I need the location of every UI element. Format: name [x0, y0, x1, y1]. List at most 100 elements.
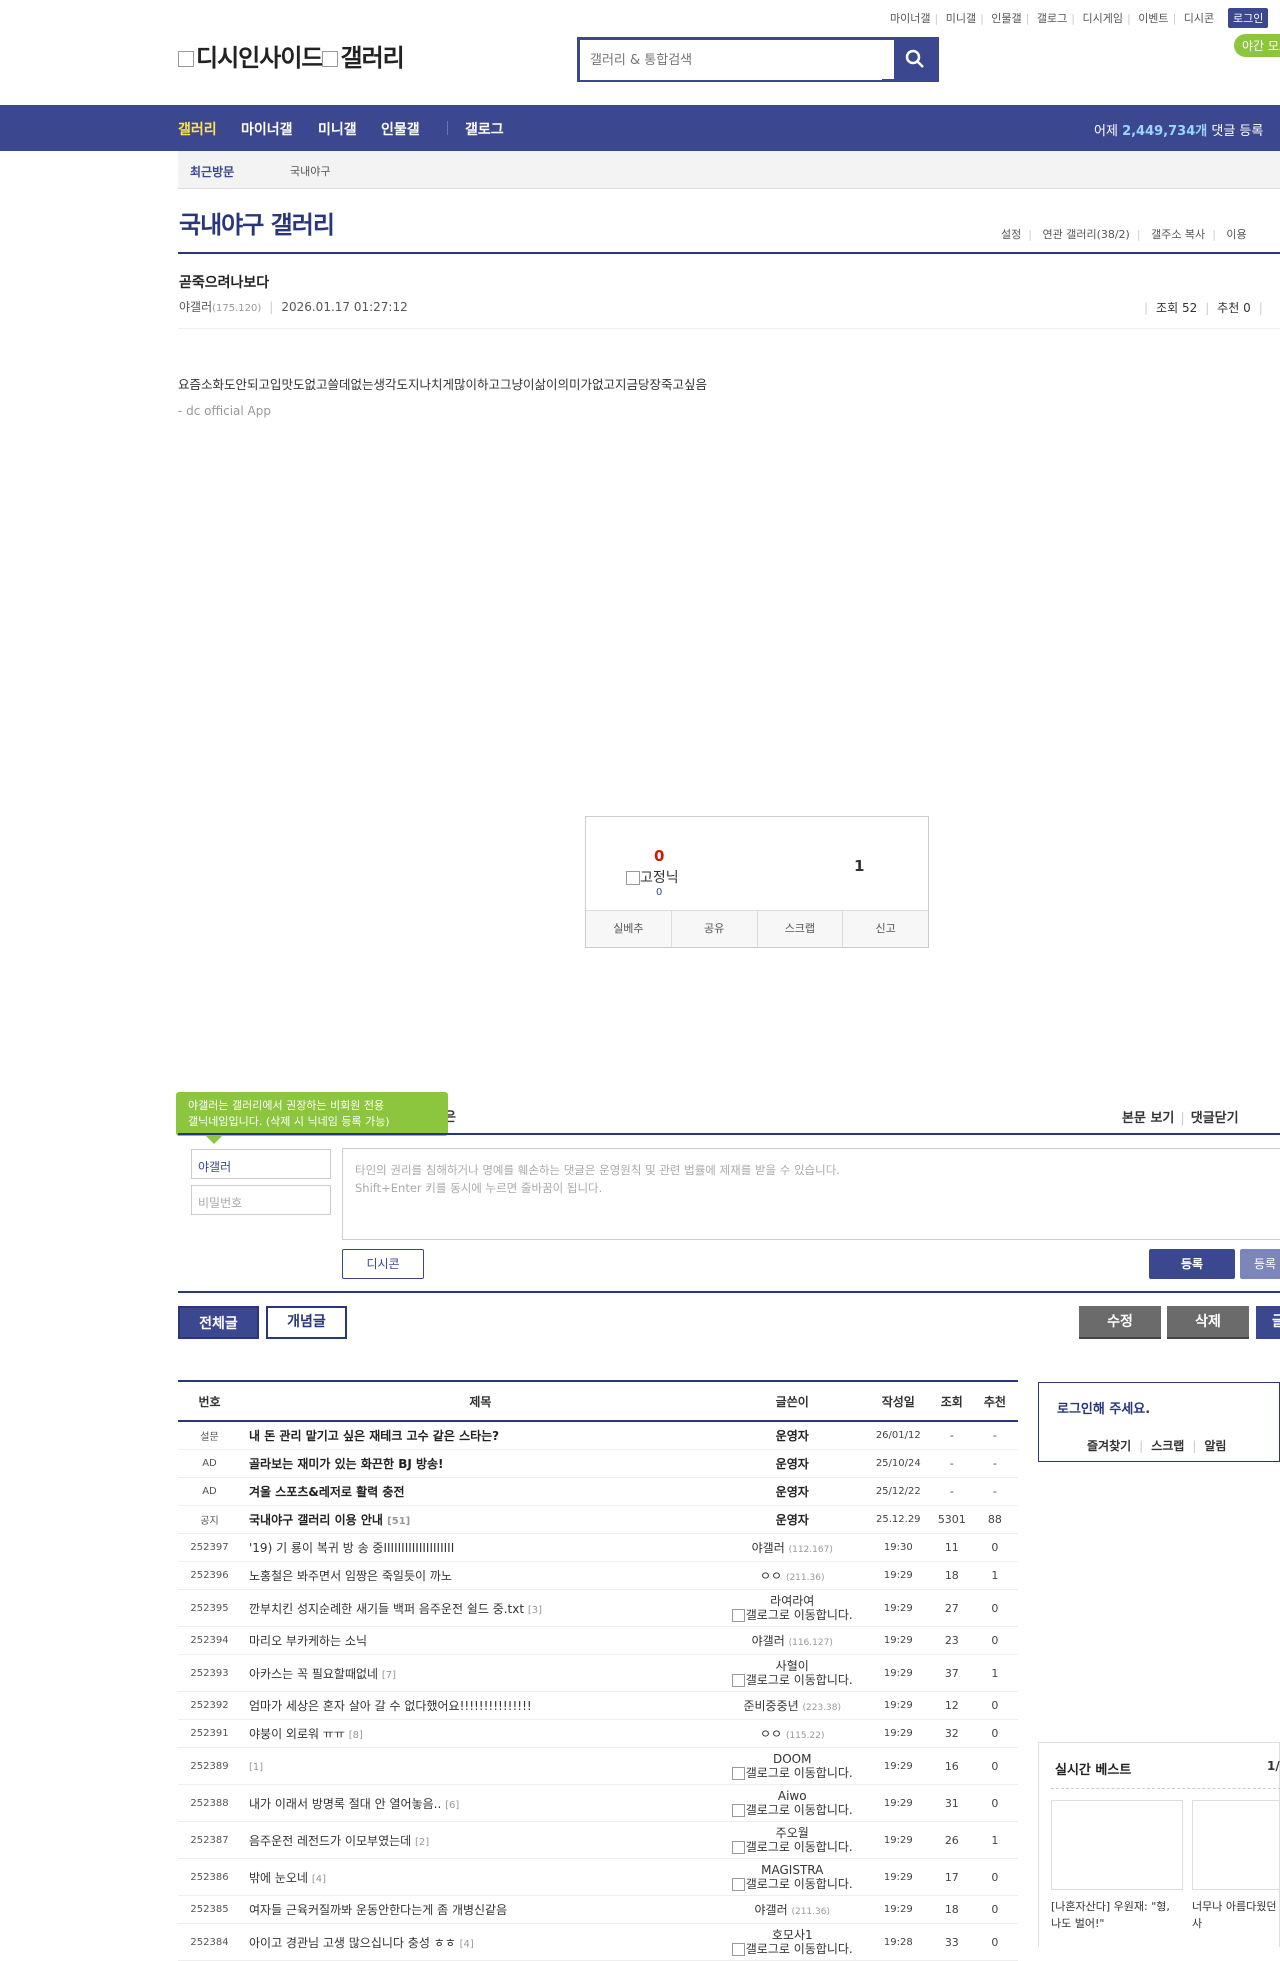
nav-gallery[interactable]: 갤러리: [178, 119, 217, 139]
post-author[interactable]: 야갤러: [179, 300, 212, 314]
gallog-link[interactable]: 갤로그로 이동합니다.: [720, 1877, 865, 1891]
table-row[interactable]: 252389 [1] DOOM 갤로그로 이동합니다. 19:29 16 0: [178, 1747, 1018, 1785]
recent-item[interactable]: 국내야구: [290, 163, 330, 179]
table-row[interactable]: 252387 음주운전 레전드가 이모부였는데 [2] 주오월 갤로그로 이동합니다.…: [178, 1821, 1018, 1859]
close-comments-link[interactable]: 댓글닫기: [1191, 1111, 1239, 1126]
top-link-event[interactable]: 이벤트: [1138, 12, 1168, 25]
post-subject-text[interactable]: 음주운전 레전드가 이모부였는데: [249, 1834, 411, 1848]
password-field[interactable]: 비밀번호: [191, 1185, 331, 1215]
nickname-field[interactable]: 야갤러: [191, 1149, 331, 1179]
writer-name[interactable]: 라여라여: [720, 1594, 865, 1608]
table-row[interactable]: 252385 여자들 근육커질까봐 운동안한다는게 좀 개병신같음 야갤러 (211…: [178, 1895, 1018, 1924]
top-link-dccon[interactable]: 디시콘: [1184, 12, 1214, 25]
post-subject[interactable]: 내 돈 관리 맡기고 싶은 재테크 고수 같은 스타는?: [241, 1421, 720, 1450]
reply-count[interactable]: [4]: [460, 1939, 474, 1950]
best-thumbnail[interactable]: [1051, 1800, 1183, 1890]
notification-link[interactable]: 알림: [1204, 1439, 1226, 1453]
writer-name[interactable]: Aiwo: [720, 1789, 865, 1803]
dccon-button[interactable]: 디시콘: [342, 1249, 424, 1279]
usage-link[interactable]: 이용: [1226, 228, 1246, 241]
writer-name[interactable]: 야갤러: [752, 1634, 785, 1648]
writer-name[interactable]: 사혈이: [720, 1659, 865, 1673]
nav-minor[interactable]: 마이너갤: [241, 119, 293, 139]
comment-submit-alt-button[interactable]: 등록: [1240, 1249, 1280, 1279]
site-logo[interactable]: 디시인사이드 갤러리: [178, 38, 405, 73]
table-row[interactable]: 252391 야붕이 외로워 ㅠㅠ [8] ㅇㅇ (115.22) 19:29 32 0: [178, 1719, 1018, 1748]
post-subject[interactable]: [1]: [241, 1747, 720, 1785]
scrap-button[interactable]: 스크랩: [758, 911, 844, 947]
concept-posts-tab[interactable]: 개념글: [266, 1306, 347, 1339]
nav-gallog[interactable]: 갤로그: [465, 119, 504, 139]
writer-name[interactable]: ㅇㅇ: [760, 1569, 782, 1583]
post-subject[interactable]: 깐부치킨 성지순례한 새기들 백퍼 음주운전 쉴드 중.txt [3]: [241, 1589, 720, 1627]
writer-name[interactable]: 호모사1: [720, 1928, 865, 1942]
reply-count[interactable]: [1]: [249, 1762, 263, 1773]
post-subject[interactable]: 국내야구 갤러리 이용 안내 [51]: [241, 1505, 720, 1534]
table-row[interactable]: 252395 깐부치킨 성지순례한 새기들 백퍼 음주운전 쉴드 중.txt [3…: [178, 1589, 1018, 1627]
login-button[interactable]: 로그인: [1228, 8, 1269, 28]
post-subject-text[interactable]: 마리오 부카케하는 소닉: [249, 1634, 367, 1648]
copy-address-link[interactable]: 갤주소 복사: [1151, 228, 1205, 241]
writer-name[interactable]: 주오월: [720, 1826, 865, 1840]
writer-name[interactable]: MAGISTRA: [720, 1863, 865, 1877]
comment-textarea[interactable]: 타인의 권리를 침해하거나 명예를 훼손하는 댓글은 운영원칙 및 관련 법률에…: [342, 1148, 1280, 1240]
table-row[interactable]: 252392 엄마가 세상은 혼자 살아 갈 수 없다했어요!!!!!!!!!!!…: [178, 1691, 1018, 1720]
search-input[interactable]: [580, 40, 882, 80]
gallog-link[interactable]: 갤로그로 이동합니다.: [720, 1803, 865, 1817]
post-subject[interactable]: 아카스는 꼭 필요할때없네 [7]: [241, 1654, 720, 1692]
table-row[interactable]: 252394 마리오 부카케하는 소닉 야갤러 (116.127) 19:29 23 0: [178, 1626, 1018, 1655]
gallery-title[interactable]: 국내야구 갤러리: [179, 205, 335, 240]
night-mode-button[interactable]: 야간 모드: [1234, 34, 1280, 57]
table-row[interactable]: AD 겨울 스포츠&레저로 활력 충전 운영자 25/12/22- -: [178, 1477, 1018, 1506]
settings-link[interactable]: 설정: [1001, 228, 1021, 241]
reply-count[interactable]: [8]: [349, 1730, 363, 1741]
table-row[interactable]: 252384 아이고 경관님 고생 많으십니다 충성 ㅎㅎ [4] 호모사1 갤로그로…: [178, 1923, 1018, 1961]
table-row[interactable]: 252396 노홍철은 봐주면서 임짱은 죽일듯이 까노 ㅇㅇ (211.36) 19…: [178, 1561, 1018, 1590]
post-subject[interactable]: 엄마가 세상은 혼자 살아 갈 수 없다했어요!!!!!!!!!!!!!!!: [241, 1691, 720, 1720]
best-caption[interactable]: [나혼자산다] 우원재: "형, 나도 벌어!": [1051, 1898, 1179, 1932]
report-button[interactable]: 신고: [843, 911, 928, 947]
post-subject-text[interactable]: 밖에 눈오네: [249, 1871, 308, 1885]
related-gallery-link[interactable]: 연관 갤러리(38/2): [1042, 228, 1129, 241]
writer-name[interactable]: DOOM: [720, 1752, 865, 1766]
nav-mini[interactable]: 미니갤: [318, 119, 357, 139]
post-subject-text[interactable]: 국내야구 갤러리 이용 안내: [249, 1513, 383, 1527]
table-row[interactable]: 252386 밖에 눈오네 [4] MAGISTRA 갤로그로 이동합니다. 19:29…: [178, 1858, 1018, 1896]
post-subject[interactable]: 골라보는 재미가 있는 화끈한 BJ 방송!: [241, 1449, 720, 1478]
post-subject-text[interactable]: 깐부치킨 성지순례한 새기들 백퍼 음주운전 쉴드 중.txt: [249, 1602, 524, 1616]
top-link-minor[interactable]: 마이너갤: [890, 12, 930, 25]
reply-count[interactable]: [3]: [528, 1605, 542, 1616]
writer-name[interactable]: 야갤러: [755, 1903, 788, 1917]
write-button[interactable]: 글: [1256, 1306, 1280, 1339]
reply-count[interactable]: [7]: [382, 1670, 396, 1681]
reply-count[interactable]: [4]: [312, 1874, 326, 1885]
reply-count[interactable]: [51]: [387, 1516, 410, 1527]
delete-button[interactable]: 삭제: [1167, 1306, 1249, 1339]
table-row[interactable]: 설문 내 돈 관리 맡기고 싶은 재테크 고수 같은 스타는? 운영자 26/01/1…: [178, 1421, 1018, 1450]
favorites-link[interactable]: 즐겨찾기: [1087, 1439, 1131, 1453]
view-body-link[interactable]: 본문 보기: [1122, 1111, 1174, 1126]
writer-name[interactable]: 운영자: [776, 1485, 809, 1499]
reply-count[interactable]: [2]: [415, 1837, 429, 1848]
gallog-link[interactable]: 갤로그로 이동합니다.: [720, 1942, 865, 1956]
top-link-mini[interactable]: 미니갤: [946, 12, 976, 25]
table-row[interactable]: 252393 아카스는 꼭 필요할때없네 [7] 사혈이 갤로그로 이동합니다. 19:…: [178, 1654, 1018, 1692]
post-subject-text[interactable]: 아카스는 꼭 필요할때없네: [249, 1667, 378, 1681]
all-posts-tab[interactable]: 전체글: [178, 1306, 259, 1339]
writer-name[interactable]: 운영자: [776, 1429, 809, 1443]
gallog-link[interactable]: 갤로그로 이동합니다.: [720, 1766, 865, 1780]
reply-count[interactable]: [6]: [445, 1800, 459, 1811]
writer-name[interactable]: 운영자: [776, 1457, 809, 1471]
post-subject-text[interactable]: '19) 기 룡이 복귀 방 송 중IIIIIIIIIIIIIIIIIIII: [249, 1541, 454, 1555]
post-subject[interactable]: 노홍철은 봐주면서 임짱은 죽일듯이 까노: [241, 1561, 720, 1590]
table-row[interactable]: 252388 내가 이래서 방명록 절대 안 열어놓음.. [6] Aiwo 갤로그로…: [178, 1784, 1018, 1822]
post-subject[interactable]: '19) 기 룡이 복귀 방 송 중IIIIIIIIIIIIIIIIIIII: [241, 1533, 720, 1562]
best-thumbnail[interactable]: [1192, 1800, 1280, 1890]
scrap-link[interactable]: 스크랩: [1151, 1439, 1184, 1453]
post-subject-text[interactable]: 골라보는 재미가 있는 화끈한 BJ 방송!: [249, 1457, 444, 1471]
share-button[interactable]: 공유: [672, 911, 758, 947]
post-subject[interactable]: 아이고 경관님 고생 많으십니다 충성 ㅎㅎ [4]: [241, 1923, 720, 1961]
post-subject[interactable]: 음주운전 레전드가 이모부였는데 [2]: [241, 1821, 720, 1859]
gallog-link[interactable]: 갤로그로 이동합니다.: [720, 1608, 865, 1622]
writer-name[interactable]: 운영자: [776, 1513, 809, 1527]
